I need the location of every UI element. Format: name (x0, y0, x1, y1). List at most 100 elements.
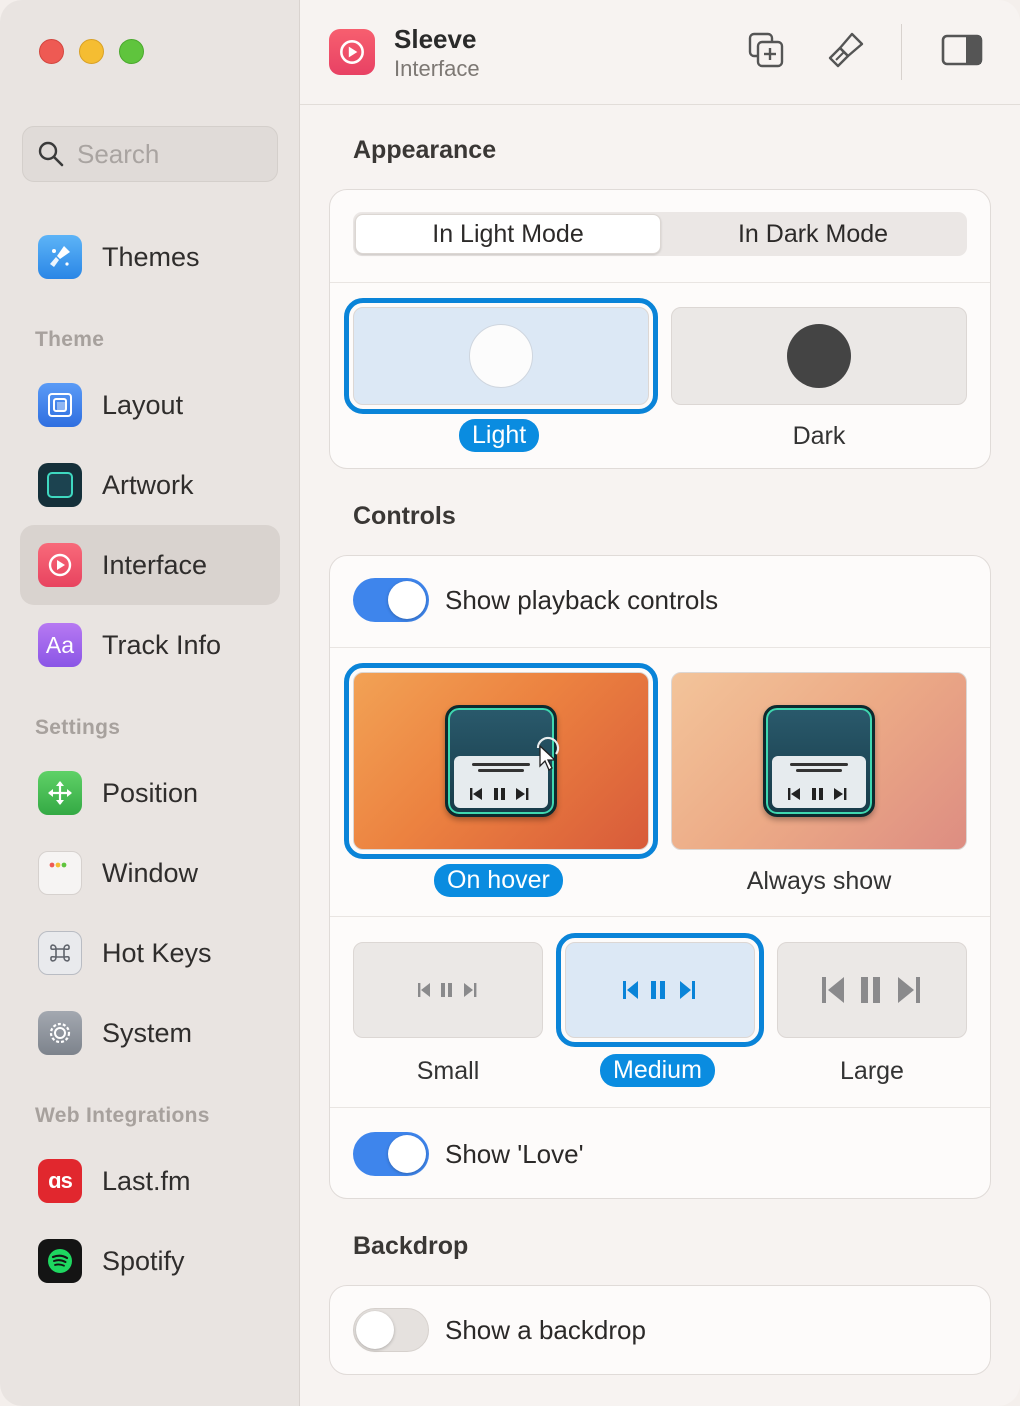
show-love-toggle[interactable] (353, 1132, 429, 1176)
page-subtitle: Interface (394, 56, 480, 81)
app-title: Sleeve (394, 24, 477, 54)
toggle-label: Show a backdrop (445, 1314, 646, 1345)
divider (330, 647, 990, 648)
divider (330, 916, 990, 917)
size-option-small[interactable] (353, 942, 543, 1038)
minimize-window-button[interactable] (79, 39, 104, 64)
sidebar-section-theme: Theme (35, 328, 105, 351)
sidebar-item-artwork[interactable]: Artwork (20, 445, 280, 525)
sidebar-section-settings: Settings (35, 716, 121, 739)
gear-icon (38, 1011, 82, 1055)
command-key-icon (38, 931, 82, 975)
divider (330, 282, 990, 283)
sidebar-item-label: System (102, 1017, 193, 1048)
sidebar-item-label: Spotify (102, 1245, 185, 1276)
section-title-backdrop: Backdrop (353, 1232, 469, 1260)
sidebar-section-web-integrations: Web Integrations (35, 1104, 210, 1127)
sidebar-item-label: Window (102, 857, 199, 888)
sidebar-item-label: Themes (102, 241, 200, 272)
sidebar-item-label: Track Info (102, 629, 222, 660)
sidebar-item-hot-keys[interactable]: Hot Keys (20, 913, 280, 993)
toggle-label: Show playback controls (445, 584, 719, 615)
option-label-dark: Dark (792, 422, 846, 450)
sidebar-item-layout[interactable]: Layout (20, 365, 280, 445)
option-label-on-hover: On hover (434, 864, 563, 897)
duplicate-plus-icon (748, 32, 784, 68)
mode-segmented-control: In Light Mode In Dark Mode (353, 212, 967, 256)
spotify-icon (38, 1239, 82, 1283)
sidebar-right-icon (941, 34, 983, 66)
sidebar-item-label: Last.fm (102, 1165, 191, 1196)
segment-dark-mode[interactable]: In Dark Mode (661, 214, 965, 254)
layout-icon (38, 383, 82, 427)
sidebar-item-lastfm[interactable]: ɑs Last.fm (20, 1141, 280, 1221)
preview-window (445, 705, 560, 817)
controls-option-on-hover[interactable] (344, 663, 658, 859)
show-backdrop-row: Show a backdrop (353, 1308, 646, 1352)
show-backdrop-toggle[interactable] (353, 1308, 429, 1352)
sidebar-item-label: Interface (102, 549, 208, 580)
toggle-sidebar-button[interactable] (940, 28, 984, 72)
sidebar: Themes Theme Layout Artwork Interface (0, 0, 300, 1406)
toggle-label: Show 'Love' (445, 1138, 584, 1169)
sidebar-item-label: Artwork (102, 469, 194, 500)
toolbar: Sleeve Interface (300, 0, 1020, 105)
segment-light-mode[interactable]: In Light Mode (355, 214, 661, 254)
playback-controls-small-icon (418, 983, 477, 997)
playback-glyphs-icon (470, 788, 529, 800)
option-label-large: Large (840, 1057, 904, 1085)
window-icon (38, 851, 82, 895)
size-option-medium[interactable] (556, 933, 764, 1047)
option-label-small: Small (416, 1057, 480, 1085)
paintbrush-icon (38, 235, 82, 279)
option-label-medium: Medium (600, 1054, 715, 1087)
move-arrows-icon (38, 771, 82, 815)
hover-cursor-icon (536, 736, 560, 771)
search-input[interactable] (77, 138, 257, 170)
option-label-always-show: Always show (746, 867, 892, 895)
size-option-large[interactable] (777, 942, 967, 1038)
sidebar-item-position[interactable]: Position (20, 753, 280, 833)
play-circle-icon (340, 40, 364, 64)
sidebar-item-themes[interactable]: Themes (20, 217, 280, 297)
light-swatch (469, 324, 533, 388)
show-love-row: Show 'Love' (353, 1132, 584, 1176)
section-title-controls: Controls (353, 502, 456, 530)
appearance-option-light[interactable] (344, 298, 658, 414)
play-circle-icon (38, 543, 82, 587)
theme-editor-button[interactable] (824, 28, 868, 72)
section-title-appearance: Appearance (353, 136, 497, 164)
playback-glyphs-icon (788, 788, 847, 800)
sidebar-item-label: Hot Keys (102, 937, 212, 968)
divider (330, 1107, 990, 1108)
lastfm-icon: ɑs (38, 1159, 82, 1203)
sidebar-item-spotify[interactable]: Spotify (20, 1221, 280, 1301)
sidebar-item-system[interactable]: System (20, 993, 280, 1073)
preview-window (763, 705, 875, 817)
text-aa-icon: Aa (38, 623, 82, 667)
app-icon (329, 29, 375, 75)
show-playback-controls-row: Show playback controls (353, 578, 718, 622)
toolbar-divider (901, 24, 902, 80)
playback-controls-medium-icon (623, 981, 695, 999)
zoom-window-button[interactable] (119, 39, 144, 64)
controls-card: Show playback controls On hover Always s… (329, 555, 991, 1199)
sidebar-item-label: Layout (102, 389, 184, 420)
appearance-option-dark[interactable] (671, 307, 967, 405)
settings-window: Themes Theme Layout Artwork Interface (0, 0, 1020, 1406)
option-label-light: Light (459, 419, 540, 452)
search-field[interactable] (22, 126, 278, 182)
paintbrush-icon (828, 32, 864, 68)
artwork-icon (38, 463, 82, 507)
backdrop-card: Show a backdrop (329, 1285, 991, 1375)
close-window-button[interactable] (39, 39, 64, 64)
new-theme-button[interactable] (744, 28, 788, 72)
sidebar-item-label: Position (102, 777, 199, 808)
sidebar-item-interface[interactable]: Interface (20, 525, 280, 605)
controls-option-always-show[interactable] (671, 672, 967, 850)
sidebar-item-window[interactable]: Window (20, 833, 280, 913)
show-playback-controls-toggle[interactable] (353, 578, 429, 622)
window-controls (39, 39, 144, 64)
appearance-card: In Light Mode In Dark Mode Light Dark (329, 189, 991, 469)
sidebar-item-track-info[interactable]: Aa Track Info (20, 605, 280, 685)
